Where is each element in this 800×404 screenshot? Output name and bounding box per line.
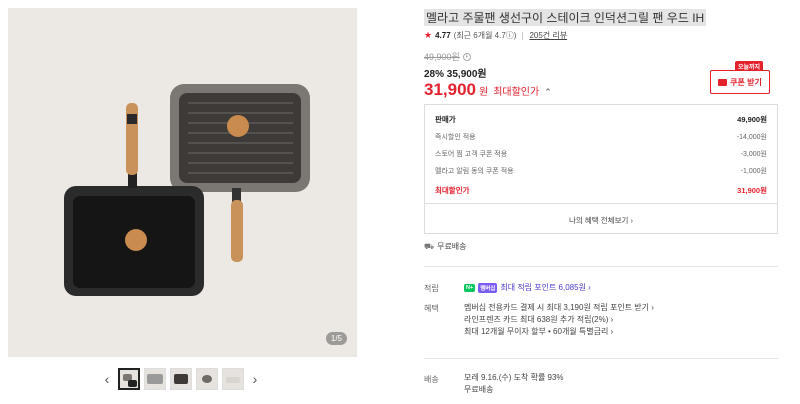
thumbnail-4[interactable] — [196, 368, 218, 390]
breakdown-row: 멜라고 알림 동의 쿠폰 적용 -1,000원 — [435, 162, 767, 179]
breakdown-row: 즉시할인 적용 -14,000원 — [435, 128, 767, 145]
thumbnail-2[interactable] — [144, 368, 166, 390]
breakdown-row-value: -3,000원 — [740, 150, 767, 158]
coupon-icon — [718, 78, 728, 86]
membership-badge: 멤버십 — [478, 282, 498, 293]
price-breakdown-panel: 판매가 49,900원 즉시할인 적용 -14,000원 스토어 찜 고객 쿠폰… — [424, 104, 778, 234]
best-price-unit: 원 — [479, 87, 489, 98]
points-label: 적립 — [424, 284, 439, 293]
discount-price: 28% 35,900원 — [424, 69, 487, 80]
thumbnail-next-button[interactable]: › — [248, 368, 262, 390]
coupon-button-label: 쿠폰 받기 — [730, 77, 762, 87]
cast-iron-pans-image — [8, 8, 357, 357]
product-title: 멜라고 주물팬 생선구이 스테이크 인덕션그릴 팬 우드 IH — [424, 9, 707, 26]
delivery-label: 배송 — [424, 375, 439, 384]
thumbnail-5[interactable] — [222, 368, 244, 390]
thumbnail-prev-button[interactable]: ‹ — [100, 368, 114, 390]
rating-value: 4.77 — [435, 31, 451, 40]
coupon-download-button[interactable]: 쿠폰 받기 — [710, 70, 770, 94]
benefit-line[interactable]: 라인프렌즈 카드 최대 638원 추가 적립(2%) › — [464, 314, 654, 326]
shipping-free-row: ⛟ 무료배송 — [424, 241, 467, 252]
breakdown-row-label: 즉시할인 적용 — [435, 133, 476, 141]
benefits-label: 혜택 — [424, 304, 439, 313]
product-info-panel: 멜라고 주물팬 생선구이 스테이크 인덕션그릴 팬 우드 IH ★ 4.77 (… — [424, 0, 780, 404]
thumbnail-strip: ‹ › — [100, 366, 262, 392]
delivery-eta: 모레 9.16.(수) 도착 확률 93% — [464, 373, 564, 382]
shipping-free-label: 무료배송 — [437, 242, 467, 251]
original-price: 49,900원 — [424, 52, 460, 62]
chevron-up-icon[interactable]: ⌃ — [544, 87, 552, 98]
original-price-row: 49,900원 i — [424, 50, 471, 63]
breakdown-header-label: 판매가 — [435, 115, 456, 124]
points-row[interactable]: N+ 멤버십 최대 적립 포인트 6,085원 › — [464, 282, 591, 293]
best-price-label: 최대할인가 — [493, 87, 540, 98]
my-benefits-link[interactable]: 나의 혜택 전체보기 › — [435, 210, 767, 232]
best-price: 31,900 — [424, 80, 476, 99]
truck-icon: ⛟ — [424, 241, 435, 251]
breakdown-total-row: 최대할인가 31,900원 — [435, 182, 767, 199]
npay-badge: N+ — [464, 283, 476, 292]
breakdown-row-label: 멜라고 알림 동의 쿠폰 적용 — [435, 167, 514, 175]
benefit-line[interactable]: 최대 12개월 무이자 할부 • 60개월 특별금리 › — [464, 326, 654, 338]
image-page-counter: 1/5 — [325, 332, 347, 345]
best-price-row[interactable]: 31,900 원 최대할인가 ⌃ — [424, 80, 552, 100]
breakdown-row-value: -1,000원 — [740, 167, 767, 175]
breakdown-row: 스토어 찜 고객 쿠폰 적용 -3,000원 — [435, 145, 767, 162]
breakdown-row-label: 스토어 찜 고객 쿠폰 적용 — [435, 150, 508, 158]
max-points-text: 최대 적립 포인트 6,085원 › — [500, 283, 591, 292]
benefits-list: 멤버십 전용카드 결제 시 최대 3,190원 적립 포인트 받기 › 라인프렌… — [464, 302, 654, 338]
rating-divider — [522, 31, 524, 40]
thumbnail-3[interactable] — [170, 368, 192, 390]
thumbnail-1[interactable] — [118, 368, 140, 390]
breakdown-header-value: 49,900원 — [737, 115, 767, 124]
section-divider — [424, 358, 778, 359]
section-divider — [424, 266, 778, 267]
breakdown-row-value: -14,000원 — [736, 133, 767, 141]
breakdown-total-label: 최대할인가 — [435, 186, 470, 195]
breakdown-header-row: 판매가 49,900원 — [435, 111, 767, 128]
star-icon: ★ — [424, 30, 433, 40]
breakdown-divider — [425, 203, 777, 204]
review-count-link[interactable]: 205건 리뷰 — [529, 30, 567, 41]
rating-detail[interactable]: (최근 6개월 4.7ⓘ) — [454, 30, 517, 41]
rating-row: ★ 4.77 (최근 6개월 4.7ⓘ) 205건 리뷰 — [424, 30, 567, 41]
delivery-fee: 무료배송 — [464, 385, 494, 394]
benefit-line[interactable]: 멤버십 전용카드 결제 시 최대 3,190원 적립 포인트 받기 › — [464, 302, 654, 314]
info-icon[interactable]: i — [462, 52, 471, 61]
breakdown-total-value: 31,900원 — [737, 186, 767, 195]
product-main-image[interactable]: 1/5 — [8, 8, 357, 357]
delivery-info: 모레 9.16.(수) 도착 확률 93% 무료배송 — [464, 372, 564, 396]
